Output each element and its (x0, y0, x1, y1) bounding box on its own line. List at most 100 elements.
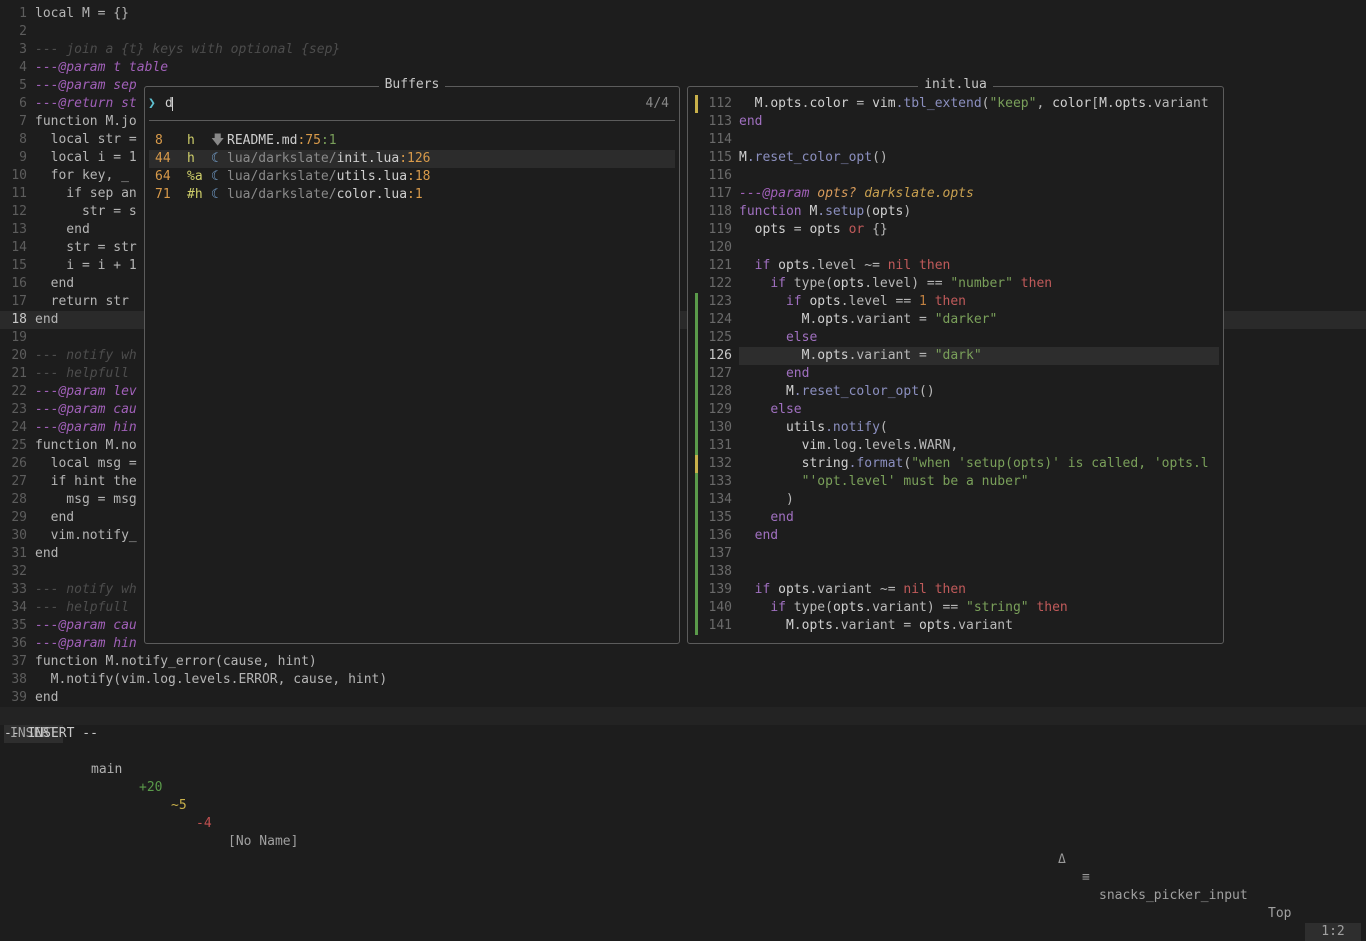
line-number: 33 (11, 582, 27, 597)
editor-line: 2 (0, 23, 1366, 41)
preview-line: 121 if opts.level ~= nil then (688, 257, 1223, 275)
preview-line: 113 end (688, 113, 1223, 131)
line-code: else (785, 330, 818, 345)
git-sign (695, 473, 698, 491)
line-code: if opts.level ~= nil then (754, 258, 951, 273)
filetype-icon: ≡ (1082, 870, 1090, 885)
buffer-number: 44 (155, 151, 171, 166)
line-code: end (35, 690, 59, 705)
preview-line: 129 else (688, 401, 1223, 419)
git-sign (695, 599, 698, 617)
line-number: 112 (708, 96, 732, 111)
preview-line: 115 M.reset_color_opt() (688, 149, 1223, 167)
line-number: 124 (708, 312, 732, 327)
git-sign (695, 383, 698, 401)
line-number: 14 (11, 240, 27, 255)
buffer-item[interactable]: 64 %a ☾ lua/darkslate/utils.lua:18 (149, 168, 675, 186)
line-number: 123 (708, 294, 732, 309)
line-code: ---@param cau (35, 402, 137, 417)
editor-line: 3 --- join a {t} keys with optional {sep} (0, 41, 1366, 59)
preview-line: 123 if opts.level == 1 then (688, 293, 1223, 311)
line-code: if type(opts.level) == "number" then (770, 276, 1053, 291)
picker-divider (149, 120, 675, 121)
line-code: local str = (35, 132, 137, 147)
line-number: 125 (708, 330, 732, 345)
line-number: 2 (19, 24, 27, 39)
git-sign (695, 491, 698, 509)
markdown-icon: 🡇 (211, 133, 225, 148)
filetype: snacks_picker_input (1099, 888, 1248, 903)
line-number: 27 (11, 474, 27, 489)
line-code: function M.jo (35, 114, 137, 129)
line-number: 36 (11, 636, 27, 651)
line-number: 131 (708, 438, 732, 453)
line-code: end (739, 114, 763, 129)
line-code: ) (739, 492, 794, 507)
buffer-flags: #h (187, 187, 203, 202)
line-code: M.reset_color_opt() (739, 150, 888, 165)
cursor-position: 1:2 (1305, 923, 1361, 941)
lua-icon: ☾ (211, 187, 219, 202)
line-number: 133 (708, 474, 732, 489)
line-number: 7 (19, 114, 27, 129)
line-number: 11 (11, 186, 27, 201)
line-number: 30 (11, 528, 27, 543)
line-number: 122 (708, 276, 732, 291)
line-code: end (35, 222, 90, 237)
git-sign (695, 365, 698, 383)
buffer-item[interactable]: 8 h 🡇 README.md:75:1 (149, 132, 675, 150)
git-sign (695, 509, 698, 527)
preview-line: 116 (688, 167, 1223, 185)
line-code: end (35, 276, 75, 291)
preview-line: 138 (688, 563, 1223, 581)
git-sign (695, 311, 698, 329)
line-code: end (785, 366, 810, 381)
buffer-number: 71 (155, 187, 171, 202)
preview-line: 124 M.opts.variant = "darker" (688, 311, 1223, 329)
git-changed-count: ~5 (171, 798, 187, 813)
line-number: 140 (708, 600, 732, 615)
picker-search-input[interactable]: ❯ d 4/4 (145, 95, 679, 113)
text-cursor (172, 97, 173, 111)
line-number: 127 (708, 366, 732, 381)
preview-line: 128 M.reset_color_opt() (688, 383, 1223, 401)
buffer-path: README.md:75:1 (227, 133, 337, 148)
preview-line: 127 end (688, 365, 1223, 383)
line-number: 12 (11, 204, 27, 219)
line-number: 16 (11, 276, 27, 291)
line-number: 37 (11, 654, 27, 669)
git-sign (695, 347, 698, 365)
line-code: ---@param opts? darkslate.opts (739, 186, 974, 201)
line-number: 8 (19, 132, 27, 147)
preview-line: 120 (688, 239, 1223, 257)
line-number: 141 (708, 618, 732, 633)
preview-window: init.lua 112 M.opts.color = vim.tbl_exte… (687, 77, 1224, 644)
line-code: M.opts.variant = opts.variant (785, 618, 1013, 633)
line-number: 116 (708, 168, 732, 183)
preview-line: 119 opts = opts or {} (688, 221, 1223, 239)
line-code: ---@param lev (35, 384, 137, 399)
line-code: for key, _ (35, 168, 129, 183)
git-sign (695, 617, 698, 635)
line-number: 136 (708, 528, 732, 543)
line-code: --- join a {t} keys with optional {sep} (35, 42, 341, 57)
preview-line: 137 (688, 545, 1223, 563)
line-number: 139 (708, 582, 732, 597)
line-code: ---@param cau (35, 618, 137, 633)
lua-icon: ☾ (211, 169, 219, 184)
git-sign (695, 527, 698, 545)
line-code: return str (35, 294, 129, 309)
buffer-item[interactable]: 44 h ☾ lua/darkslate/init.lua:126 (149, 150, 675, 168)
line-code: if opts.level == 1 then (785, 294, 967, 309)
line-code: M.opts.variant = "darker" (801, 312, 998, 327)
preview-line: 131 vim.log.levels.WARN, (688, 437, 1223, 455)
line-code: opts = opts or {} (754, 222, 888, 237)
line-number: 117 (708, 186, 732, 201)
buffers-picker[interactable]: Buffers ❯ d 4/4 8 h 🡇 README.md:75:1 44 h ☾ lua… (144, 77, 680, 644)
command-line: -- INSERT -- (4, 726, 98, 741)
line-code: if sep an (35, 186, 137, 201)
git-sign (695, 563, 698, 581)
line-number: 39 (11, 690, 27, 705)
buffer-item[interactable]: 71 #h ☾ lua/darkslate/color.lua:1 (149, 186, 675, 204)
scroll-position: Top (1268, 906, 1292, 921)
